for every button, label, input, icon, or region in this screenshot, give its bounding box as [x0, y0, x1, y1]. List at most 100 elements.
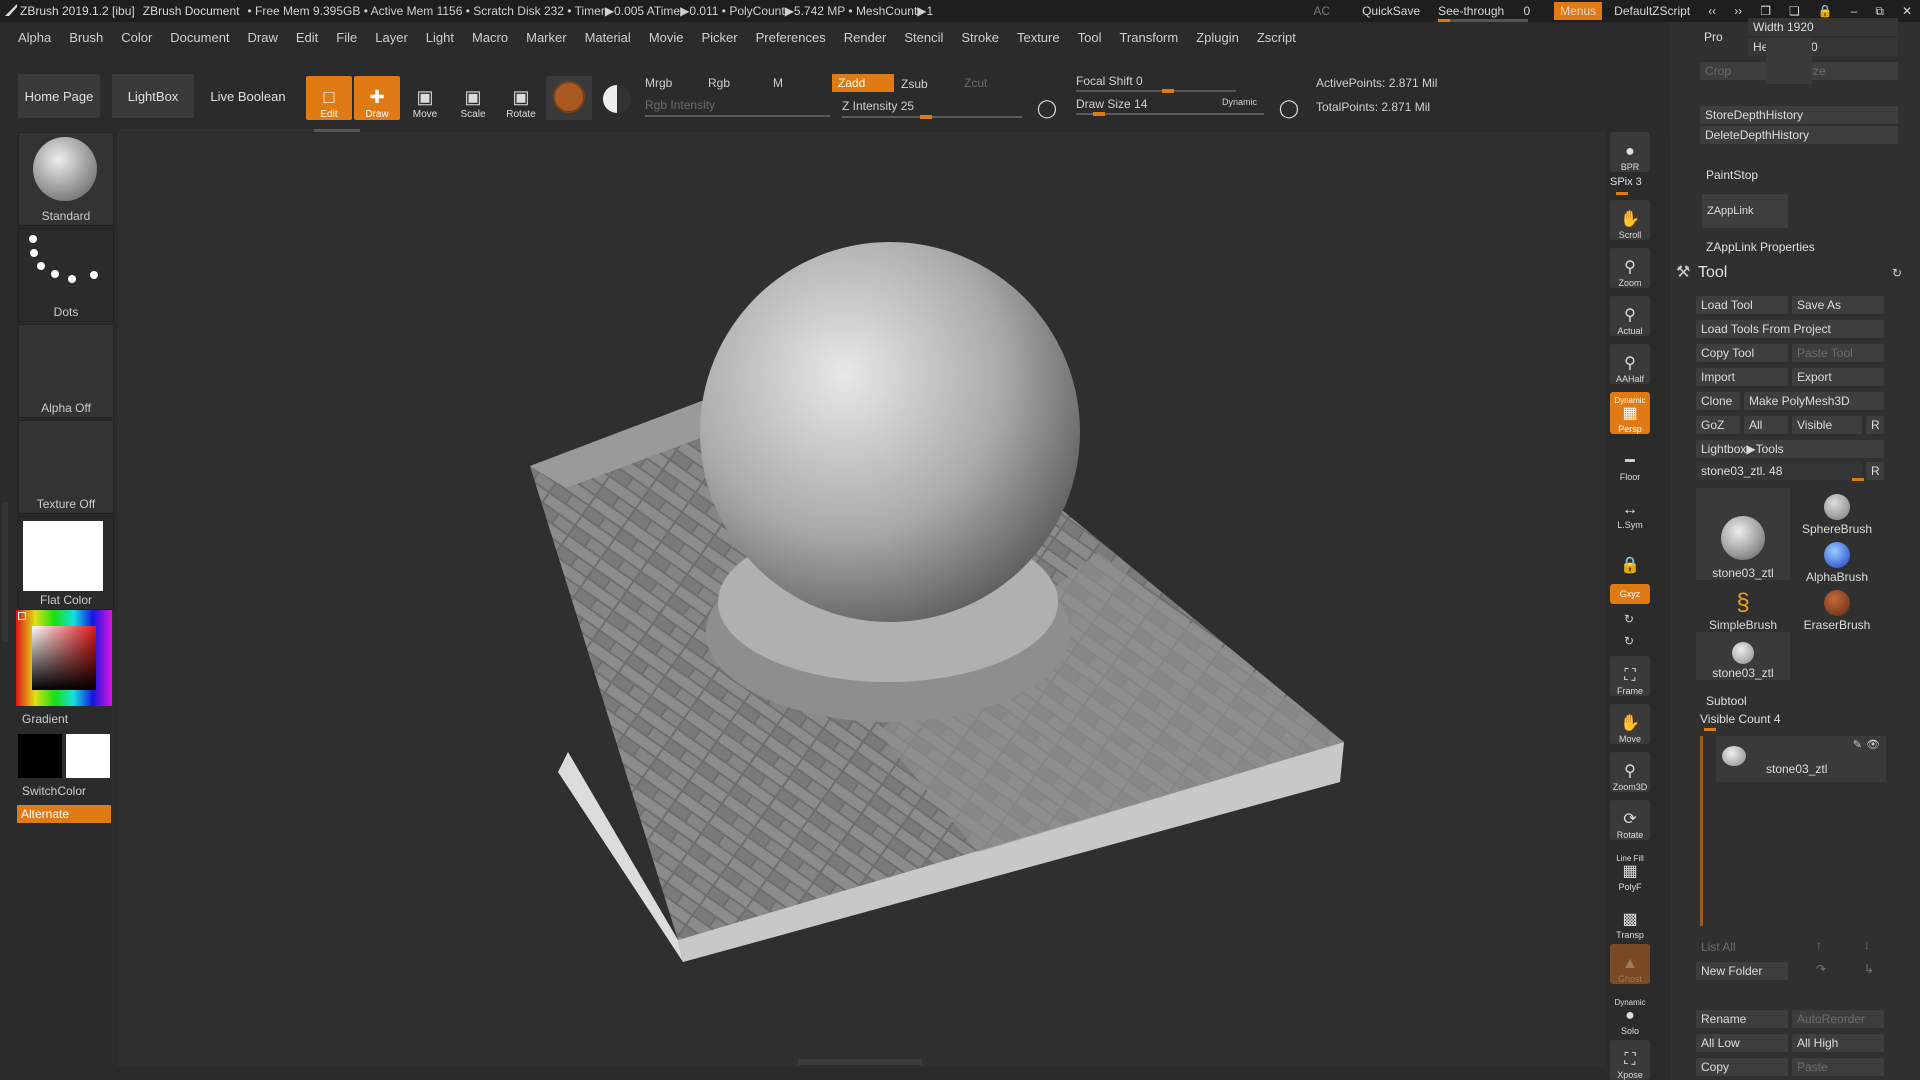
menu-macro[interactable]: Macro: [463, 30, 517, 45]
z-intensity-knob[interactable]: [920, 115, 932, 119]
minimize-icon[interactable]: –: [1851, 4, 1858, 18]
move-down-icon[interactable]: ↓: [1864, 938, 1870, 952]
floor-button[interactable]: ━ Floor: [1610, 442, 1650, 482]
rename-button[interactable]: Rename: [1696, 1010, 1788, 1028]
clone-button[interactable]: Clone: [1696, 392, 1740, 410]
menus-button[interactable]: Menus: [1554, 2, 1603, 20]
goz-button[interactable]: GoZ: [1696, 416, 1740, 434]
autoreorder-button[interactable]: AutoReorder: [1792, 1010, 1884, 1028]
tool-thumb-stone03[interactable]: stone03_ztl: [1696, 488, 1790, 580]
menu-draw[interactable]: Draw: [239, 30, 287, 45]
rotate-button[interactable]: ▣ Rotate: [498, 76, 544, 120]
lock-button[interactable]: 🔒: [1610, 536, 1650, 576]
brush-thumbnail[interactable]: Standard: [18, 132, 114, 226]
aahalf-button[interactable]: ⚲ AAHalf: [1610, 344, 1650, 384]
persp-button[interactable]: Dynamic ▦ Persp: [1610, 392, 1650, 434]
solo-button[interactable]: Dynamic ● Solo: [1610, 992, 1650, 1036]
folder-arrow-icon[interactable]: ↷: [1816, 962, 1826, 976]
lightbox-tools-button[interactable]: Lightbox▶Tools: [1696, 440, 1884, 458]
menu-document[interactable]: Document: [161, 30, 238, 45]
tool-thumb-alphabrush[interactable]: AlphaBrush: [1790, 536, 1884, 584]
copy-tool-button[interactable]: Copy Tool: [1696, 344, 1788, 362]
tool-reset-icon[interactable]: ↻: [1892, 266, 1902, 280]
menu-alpha[interactable]: Alpha: [0, 30, 60, 45]
menu-preferences[interactable]: Preferences: [747, 30, 835, 45]
lightbox-button[interactable]: LightBox: [112, 74, 194, 118]
zoom-button[interactable]: ⚲ Zoom: [1610, 248, 1650, 288]
goz-r-button[interactable]: R: [1866, 416, 1884, 434]
layout-left-icon[interactable]: ‹‹: [1708, 4, 1716, 18]
move3d-button[interactable]: ✋ Move: [1610, 704, 1650, 744]
menu-zplugin[interactable]: Zplugin: [1187, 30, 1248, 45]
secondary-color-swatch[interactable]: [66, 734, 110, 778]
lock-icon[interactable]: 🔒: [1818, 4, 1833, 18]
subtool-title[interactable]: Subtool: [1706, 694, 1747, 708]
close-icon[interactable]: ✕: [1902, 4, 1912, 18]
menu-movie[interactable]: Movie: [640, 30, 693, 45]
ghost-button[interactable]: ▲ Ghost: [1610, 944, 1650, 984]
zapplink-button[interactable]: ZAppLink: [1702, 194, 1788, 228]
delete-depth-history-button[interactable]: DeleteDepthHistory: [1700, 126, 1898, 144]
menu-transform[interactable]: Transform: [1110, 30, 1187, 45]
layout-right-icon[interactable]: ››: [1734, 4, 1742, 18]
menu-color[interactable]: Color: [112, 30, 161, 45]
material-thumbnail[interactable]: Flat Color: [18, 516, 114, 610]
paste-tool-button[interactable]: Paste Tool: [1792, 344, 1884, 362]
menu-light[interactable]: Light: [417, 30, 463, 45]
all-low-button[interactable]: All Low: [1696, 1034, 1788, 1052]
left-collapse-handle[interactable]: [2, 502, 8, 642]
menu-stencil[interactable]: Stencil: [895, 30, 952, 45]
xyz-button[interactable]: Gxyz: [1610, 584, 1650, 604]
copy-button[interactable]: Copy: [1696, 1058, 1788, 1076]
canvas-bottom-handle[interactable]: [798, 1059, 922, 1065]
m-button[interactable]: M: [773, 76, 783, 90]
draw-size-slider[interactable]: Draw Size 14: [1076, 97, 1147, 111]
dynamic-toggle[interactable]: Dynamic: [1222, 97, 1257, 107]
paintstop-label[interactable]: PaintStop: [1706, 168, 1758, 182]
paste-button[interactable]: Paste: [1792, 1058, 1884, 1076]
scroll-button[interactable]: ✋ Scroll: [1610, 200, 1650, 240]
rgb-intensity-slider[interactable]: Rgb Intensity: [645, 98, 715, 112]
z-intensity-slider[interactable]: Z Intensity 25: [842, 99, 914, 113]
export-button[interactable]: Export: [1792, 368, 1884, 386]
default-zscript-button[interactable]: DefaultZScript: [1614, 4, 1690, 18]
primary-color-swatch[interactable]: [18, 734, 62, 778]
scale-button[interactable]: ▣ Scale: [450, 76, 496, 120]
current-tool-knob[interactable]: [1852, 478, 1864, 481]
focal-shift-slider[interactable]: Focal Shift 0: [1076, 74, 1143, 88]
sculpt-s-button[interactable]: ◯: [1030, 76, 1064, 120]
tool-thumb-simplebrush[interactable]: § SimpleBrush: [1696, 584, 1790, 633]
current-tool-slider[interactable]: stone03_ztl. 48: [1696, 462, 1862, 480]
menu-marker[interactable]: Marker: [517, 30, 575, 45]
mrgb-button[interactable]: Mrgb: [645, 76, 672, 90]
visible-count-slider[interactable]: Visible Count 4: [1700, 712, 1781, 726]
focal-shift-knob[interactable]: [1162, 89, 1174, 93]
texture-thumbnail[interactable]: Texture Off: [18, 420, 114, 514]
sculpt-d-button[interactable]: ◯: [1272, 76, 1306, 120]
move-button[interactable]: ▣ Move: [402, 76, 448, 120]
transp-button[interactable]: ▩ Transp: [1610, 900, 1650, 940]
lsym-button[interactable]: ↔ L.Sym: [1610, 490, 1650, 530]
alpha-thumbnail[interactable]: Alpha Off: [18, 324, 114, 418]
stroke-thumbnail[interactable]: Dots: [18, 228, 114, 322]
frame-button[interactable]: ⛶ Frame: [1610, 656, 1650, 696]
tool-thumb-spherebrush[interactable]: SphereBrush: [1790, 488, 1884, 536]
zcut-button[interactable]: Zcut: [964, 76, 987, 90]
rotate-y-icon[interactable]: ↻: [1624, 612, 1634, 626]
texture-button[interactable]: [594, 76, 640, 120]
tool-palette-title[interactable]: Tool: [1698, 264, 1727, 282]
edit-button[interactable]: □ Edit: [306, 76, 352, 120]
alternate-button[interactable]: Alternate: [17, 805, 111, 823]
menu-brush[interactable]: Brush: [60, 30, 112, 45]
rgb-button[interactable]: Rgb: [708, 76, 730, 90]
color-picker[interactable]: [16, 610, 112, 706]
move-up-icon[interactable]: ↑: [1816, 938, 1822, 952]
document-slider-handle[interactable]: [1766, 38, 1812, 84]
quicksave-button[interactable]: QuickSave: [1362, 4, 1420, 18]
load-tool-button[interactable]: Load Tool: [1696, 296, 1788, 314]
goz-visible-button[interactable]: Visible: [1792, 416, 1862, 434]
live-boolean-button[interactable]: Live Boolean: [206, 74, 290, 118]
window-layout-icon[interactable]: ❐: [1760, 4, 1771, 18]
menu-zscript[interactable]: Zscript: [1248, 30, 1305, 45]
draw-size-knob[interactable]: [1093, 112, 1105, 116]
